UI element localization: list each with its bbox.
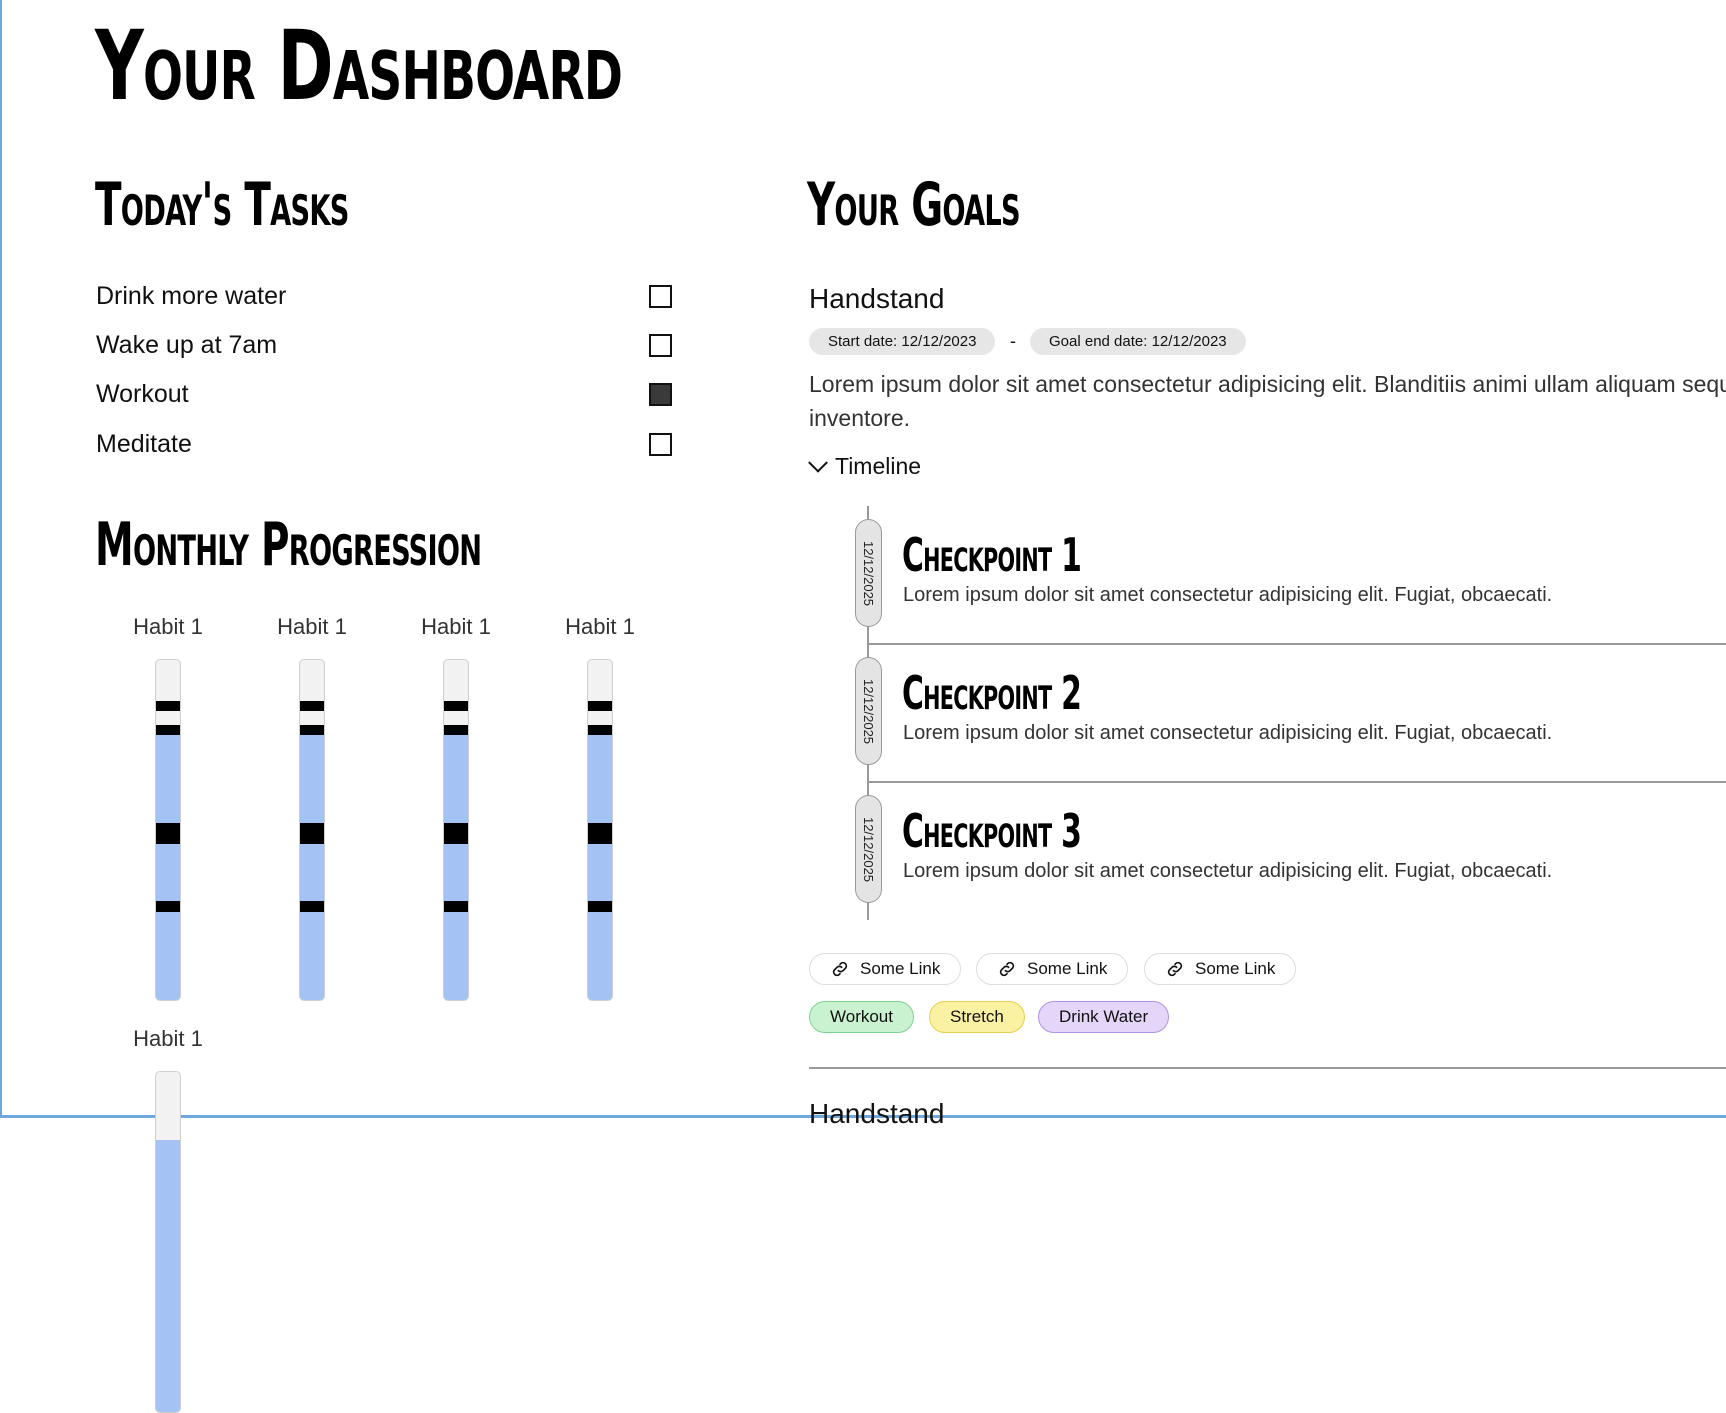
habit-mark [588, 823, 612, 844]
tag-stretch[interactable]: Stretch [929, 1001, 1025, 1033]
goals-heading: Your Goals [807, 170, 1021, 240]
task-label: Drink more water [96, 281, 287, 310]
checkpoint-title: Checkpoint 1 [902, 528, 1082, 582]
habit-mark [444, 700, 468, 711]
goal-title: Handstand [809, 283, 945, 314]
habit-column: Habit 1 [257, 614, 367, 1001]
link-icon [999, 961, 1015, 977]
checkpoint-date: 12/12/2025 [861, 678, 877, 744]
checkpoint-date-badge: 12/12/2025 [855, 519, 882, 627]
habit-mark [444, 724, 468, 735]
habit-progress-fill [156, 728, 180, 1000]
habit-progress-bar [155, 659, 181, 1001]
habit-mark [156, 724, 180, 735]
timeline-label: Timeline [835, 453, 922, 479]
task-item: Meditate [96, 424, 672, 464]
checkpoint-title: Checkpoint 2 [902, 666, 1082, 720]
tag-drink-water[interactable]: Drink Water [1038, 1001, 1170, 1033]
date-separator: - [1010, 331, 1016, 351]
habit-mark [444, 823, 468, 844]
habit-column: Habit 1 [113, 614, 223, 1001]
checkpoint-date-badge: 12/12/2025 [855, 657, 882, 765]
page-title: Your Dashboard [95, 10, 623, 122]
habit-progress-fill [300, 728, 324, 1000]
checkpoint-divider [869, 643, 1726, 645]
task-label: Meditate [96, 429, 192, 458]
habit-mark [300, 901, 324, 912]
habit-column: Habit 1 [545, 614, 655, 1001]
goal-description: Lorem ipsum dolor sit amet consectetur a… [809, 367, 1726, 435]
task-item: Workout [96, 374, 672, 414]
goal-divider [809, 1067, 1726, 1069]
window-border-left [0, 0, 2, 1118]
habit-mark [156, 700, 180, 711]
checkpoint-date: 12/12/2025 [861, 816, 877, 882]
goal-link[interactable]: Some Link [809, 953, 962, 985]
goal-description-line: inventore. [809, 405, 911, 431]
habit-column: Habit 1 [113, 1026, 223, 1413]
task-checkbox[interactable] [649, 284, 672, 308]
task-checkbox[interactable] [649, 432, 672, 456]
checkpoint-date: 12/12/2025 [861, 540, 877, 606]
habit-progress-bar [155, 1071, 181, 1413]
goal-link-label: Some Link [1195, 959, 1276, 978]
goal-end-date: Goal end date: 12/12/2023 [1030, 328, 1246, 355]
habit-progress-bar [587, 659, 613, 1001]
habit-mark [444, 901, 468, 912]
habit-column: Habit 1 [401, 614, 511, 1001]
habit-progress-bar [299, 659, 325, 1001]
checkpoint-date-badge: 12/12/2025 [855, 795, 882, 903]
habit-mark [588, 724, 612, 735]
goal-link-label: Some Link [1027, 959, 1108, 978]
habit-progress-fill [156, 1140, 180, 1412]
checkpoint-description: Lorem ipsum dolor sit amet consectetur a… [903, 584, 1553, 606]
task-label: Workout [96, 379, 189, 408]
checkpoint-title: Checkpoint 3 [902, 804, 1082, 858]
link-icon [1167, 961, 1183, 977]
task-label: Wake up at 7am [96, 330, 278, 359]
checkpoint-description: Lorem ipsum dolor sit amet consectetur a… [903, 860, 1553, 882]
goal-description-line: Lorem ipsum dolor sit amet consectetur a… [809, 371, 1726, 397]
habit-mark [588, 700, 612, 711]
goal-title: Handstand [809, 1098, 945, 1129]
link-icon [832, 961, 848, 977]
habit-mark [300, 823, 324, 844]
goal-start-date: Start date: 12/12/2023 [809, 328, 996, 355]
goal-link[interactable]: Some Link [1144, 953, 1297, 985]
tag-workout[interactable]: Workout [809, 1001, 914, 1033]
habit-mark [300, 724, 324, 735]
timeline-toggle[interactable]: Timeline [808, 452, 922, 480]
habit-label: Habit 1 [565, 614, 635, 639]
habit-mark [588, 901, 612, 912]
habit-label: Habit 1 [133, 1026, 203, 1051]
goal-link[interactable]: Some Link [976, 953, 1129, 985]
habit-label: Habit 1 [277, 614, 347, 639]
task-item: Drink more water [96, 276, 672, 316]
habit-label: Habit 1 [133, 614, 203, 639]
goal-link-label: Some Link [860, 959, 941, 978]
checkpoint-divider [869, 781, 1726, 783]
habit-mark [156, 823, 180, 844]
progression-heading: Monthly Progression [95, 510, 482, 580]
habit-progress-fill [444, 728, 468, 1000]
task-checkbox[interactable] [649, 382, 672, 406]
habit-progress-fill [588, 728, 612, 1000]
chevron-down-icon [808, 452, 828, 473]
tasks-heading: Today's Tasks [95, 170, 349, 240]
task-item: Wake up at 7am [96, 325, 672, 365]
habit-progress-bar [443, 659, 469, 1001]
checkpoint-description: Lorem ipsum dolor sit amet consectetur a… [903, 722, 1553, 744]
habit-mark [156, 901, 180, 912]
habit-mark [300, 700, 324, 711]
task-checkbox[interactable] [649, 333, 672, 357]
habit-label: Habit 1 [421, 614, 491, 639]
